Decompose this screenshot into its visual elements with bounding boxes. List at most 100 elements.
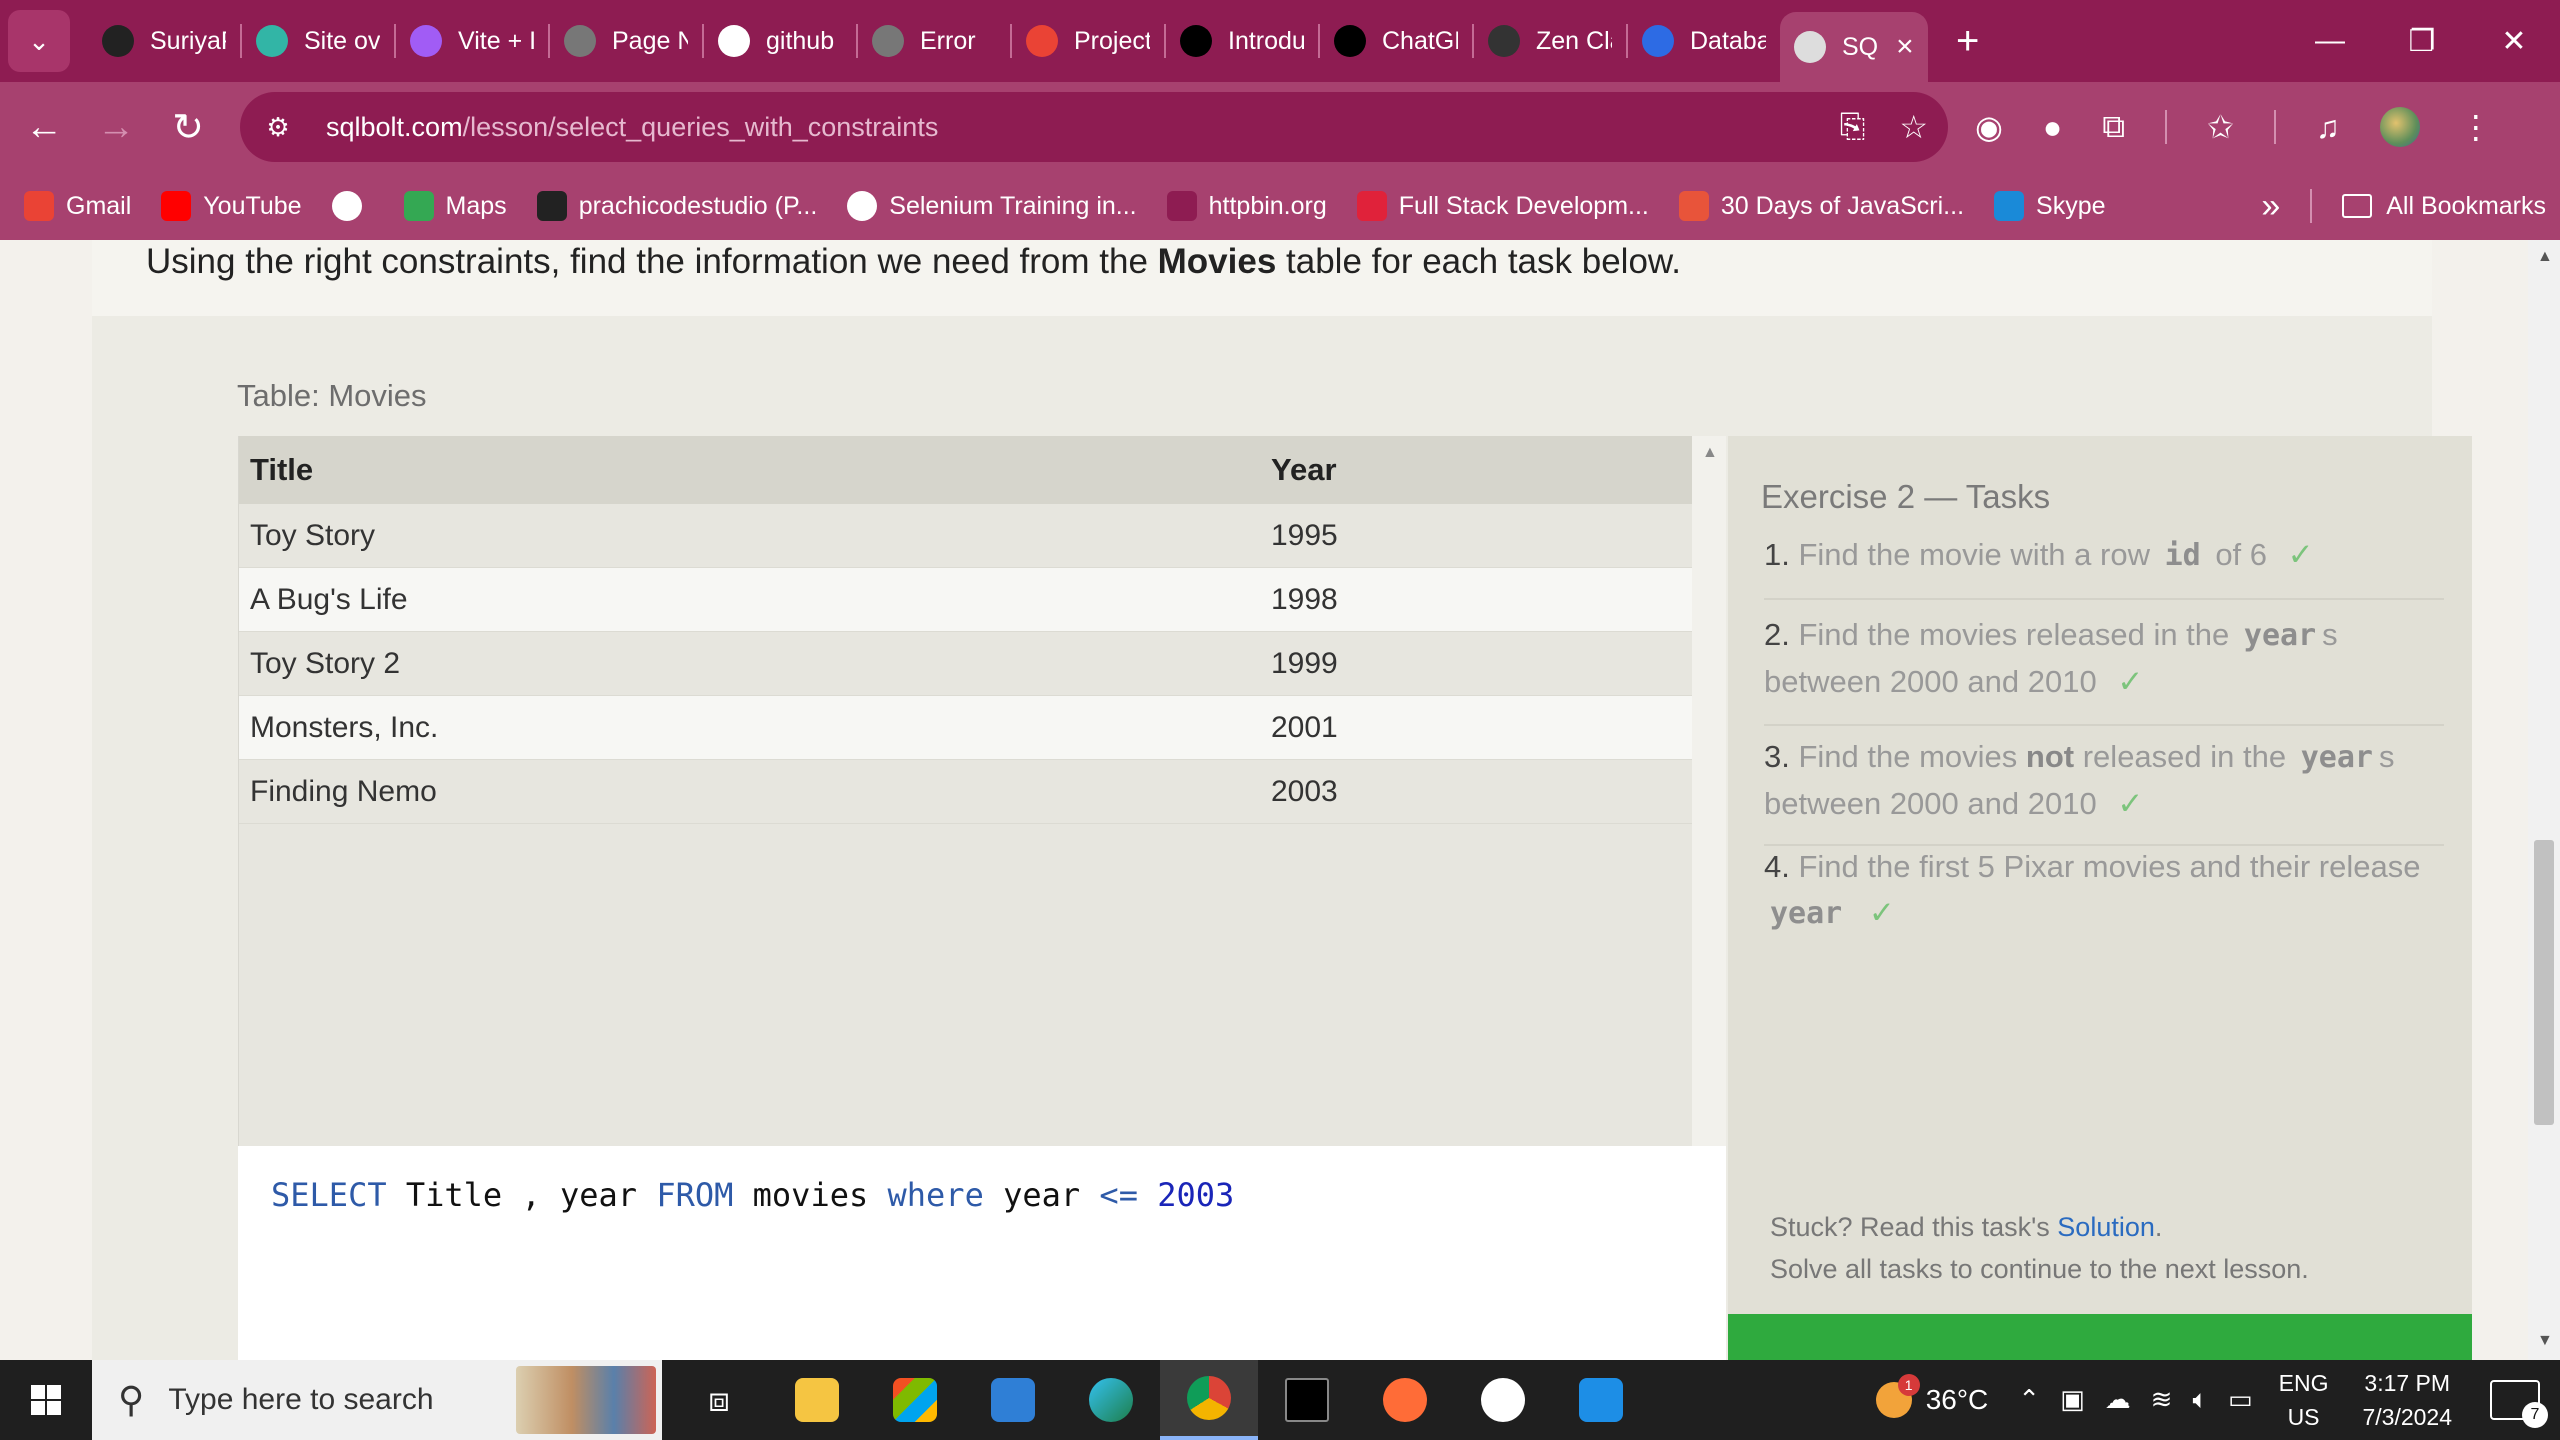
file-explorer-icon[interactable] xyxy=(768,1360,866,1440)
scroll-down-icon[interactable]: ▼ xyxy=(2537,1332,2553,1350)
vscode-icon[interactable] xyxy=(1552,1360,1650,1440)
task-code: year xyxy=(2300,740,2373,775)
cell-title: A Bug's Life xyxy=(250,582,408,616)
weather-widget[interactable]: 1 36°C xyxy=(1875,1374,1988,1418)
postman-icon[interactable] xyxy=(1356,1360,1454,1440)
browser-tab[interactable]: Site ov xyxy=(242,9,394,73)
bookmark-item[interactable]: prachicodestudio (P... xyxy=(536,191,818,221)
mongodb-compass-icon[interactable] xyxy=(1454,1360,1552,1440)
bookmark-item[interactable]: Selenium Training in... xyxy=(847,191,1137,221)
tab-label: SuriyaP xyxy=(150,26,226,55)
language-code: ENG xyxy=(2278,1370,2329,1396)
extension-circle-icon[interactable]: ● xyxy=(2043,109,2062,146)
close-tab-icon[interactable]: × xyxy=(1896,30,1914,64)
restore-icon[interactable]: ❐ xyxy=(2376,24,2468,59)
translate-icon[interactable]: ⎘ xyxy=(1840,108,1866,146)
bookmark-item[interactable]: Maps xyxy=(403,191,507,221)
table-caption: Table: Movies xyxy=(237,378,427,413)
scroll-up-icon[interactable]: ▲ xyxy=(2537,248,2553,266)
tab-label: SQ xyxy=(1842,32,1879,61)
bookmark-item[interactable]: Full Stack Developm... xyxy=(1356,191,1649,221)
bookmark-item[interactable]: httpbin.org xyxy=(1166,191,1327,221)
start-button[interactable] xyxy=(0,1360,92,1440)
microsoft-store-icon[interactable] xyxy=(866,1360,964,1440)
bookmark-item[interactable]: YouTube xyxy=(161,191,302,221)
onedrive-cloud-icon[interactable]: ☁ xyxy=(2105,1384,2131,1416)
tab-label: Introdu xyxy=(1228,26,1304,55)
chrome-icon[interactable] xyxy=(1160,1360,1258,1440)
bookmark-item[interactable]: Gmail xyxy=(24,191,131,221)
task-view-icon[interactable]: ⧈ xyxy=(670,1360,768,1440)
continue-button[interactable] xyxy=(1728,1314,2472,1360)
browser-tab[interactable]: Project xyxy=(1012,9,1164,73)
media-control-icon[interactable]: ♫ xyxy=(2316,109,2340,146)
bookmark-label: Maps xyxy=(445,191,507,220)
sql-column: year xyxy=(983,1176,1100,1214)
stuck-text: Stuck? Read this task's xyxy=(1770,1212,2058,1242)
browser-tab[interactable]: Vite + I xyxy=(396,9,548,73)
language-indicator[interactable]: ENG US xyxy=(2279,1366,2329,1434)
bookmark-label: Gmail xyxy=(66,191,132,220)
scroll-up-icon[interactable]: ▲ xyxy=(1702,444,1718,462)
minimize-icon[interactable]: — xyxy=(2284,24,2376,58)
bookmark-label: Selenium Training in... xyxy=(889,191,1137,220)
browser-tab[interactable]: ChatGP xyxy=(1320,9,1472,73)
browser-tab[interactable]: Databa xyxy=(1628,9,1780,73)
bookmark-item[interactable] xyxy=(331,191,374,221)
browser-tab[interactable]: Introdu xyxy=(1166,9,1318,73)
meet-now-icon[interactable]: ▣ xyxy=(2060,1384,2085,1416)
solution-link[interactable]: Solution xyxy=(2057,1212,2155,1242)
favorites-icon[interactable]: ✩ xyxy=(2207,108,2234,146)
tab-label: Site ov xyxy=(304,26,380,55)
httpbin-icon xyxy=(1166,191,1197,221)
page-scrollbar[interactable]: ▲ ▼ xyxy=(2528,240,2560,1360)
forward-icon[interactable]: → xyxy=(80,106,152,149)
movies-table: Title Year Toy Story 1995 A Bug's Life 1998… xyxy=(238,436,1692,1146)
close-window-icon[interactable]: ✕ xyxy=(2468,24,2560,59)
terminal-icon[interactable] xyxy=(1258,1360,1356,1440)
all-bookmarks-button[interactable]: All Bookmarks xyxy=(2386,192,2546,221)
browser-tab[interactable]: SuriyaP xyxy=(88,9,240,73)
tab-label: ChatGP xyxy=(1382,26,1458,55)
bookmark-item[interactable]: Skype xyxy=(1994,191,2106,221)
bookmark-label: prachicodestudio (P... xyxy=(578,191,818,220)
record-extension-icon[interactable]: ◉ xyxy=(1975,108,2003,146)
cell-year: 1998 xyxy=(1271,582,1338,616)
reload-icon[interactable]: ↻ xyxy=(152,105,224,150)
show-hidden-icons-icon[interactable]: ⌃ xyxy=(2018,1384,2040,1416)
new-tab-button[interactable]: + xyxy=(1956,19,1979,64)
address-bar[interactable]: ⚙ sqlbolt.com/lesson/select_queries_with… xyxy=(240,92,1948,162)
task-number: 3. xyxy=(1764,739,1790,774)
site-info-icon[interactable]: ⚙ xyxy=(250,99,306,155)
bookmark-item[interactable]: 30 Days of JavaScri... xyxy=(1678,191,1964,221)
extensions-puzzle-icon[interactable]: ⧉ xyxy=(2102,108,2125,146)
browser-tab[interactable]: SQ × xyxy=(1780,12,1928,82)
zen-icon xyxy=(1488,25,1520,57)
menu-dots-icon[interactable]: ⋮ xyxy=(2460,108,2492,146)
clock[interactable]: 3:17 PM 7/3/2024 xyxy=(2362,1366,2452,1434)
cell-title: Toy Story xyxy=(250,518,376,552)
sql-editor[interactable]: SELECT Title , year FROM movies where ye… xyxy=(238,1146,1726,1360)
mail-icon[interactable] xyxy=(964,1360,1062,1440)
notification-center-icon[interactable]: 7 xyxy=(2490,1380,2548,1428)
edge-icon[interactable] xyxy=(1062,1360,1160,1440)
tab-search-button[interactable]: ⌄ xyxy=(8,10,70,72)
task-text: of 6 xyxy=(2206,537,2268,572)
sql-query[interactable]: SELECT Title , year FROM movies where ye… xyxy=(271,1176,1234,1214)
profile-avatar[interactable] xyxy=(2379,107,2420,147)
table-row: Finding Nemo 2003 xyxy=(239,760,1692,824)
more-bookmarks-icon[interactable]: » xyxy=(2261,187,2280,226)
browser-tab[interactable]: Zen Cla xyxy=(1474,9,1626,73)
bookmark-star-icon[interactable]: ☆ xyxy=(1899,108,1928,146)
taskbar-search[interactable]: ⚲ Type here to search xyxy=(92,1360,662,1440)
volume-icon[interactable]: 🔈︎ xyxy=(2192,1384,2208,1416)
scrollbar-thumb[interactable] xyxy=(2534,840,2554,1125)
youtube-icon xyxy=(161,191,192,221)
browser-tab[interactable]: github xyxy=(704,9,856,73)
battery-icon[interactable]: ▭ xyxy=(2228,1384,2253,1416)
back-icon[interactable]: ← xyxy=(8,106,80,149)
url-text[interactable]: sqlbolt.com/lesson/select_queries_with_c… xyxy=(326,112,938,143)
browser-tab[interactable]: Page N xyxy=(550,9,702,73)
wifi-icon[interactable]: ≋ xyxy=(2151,1384,2173,1416)
browser-tab[interactable]: Error xyxy=(858,9,1010,73)
